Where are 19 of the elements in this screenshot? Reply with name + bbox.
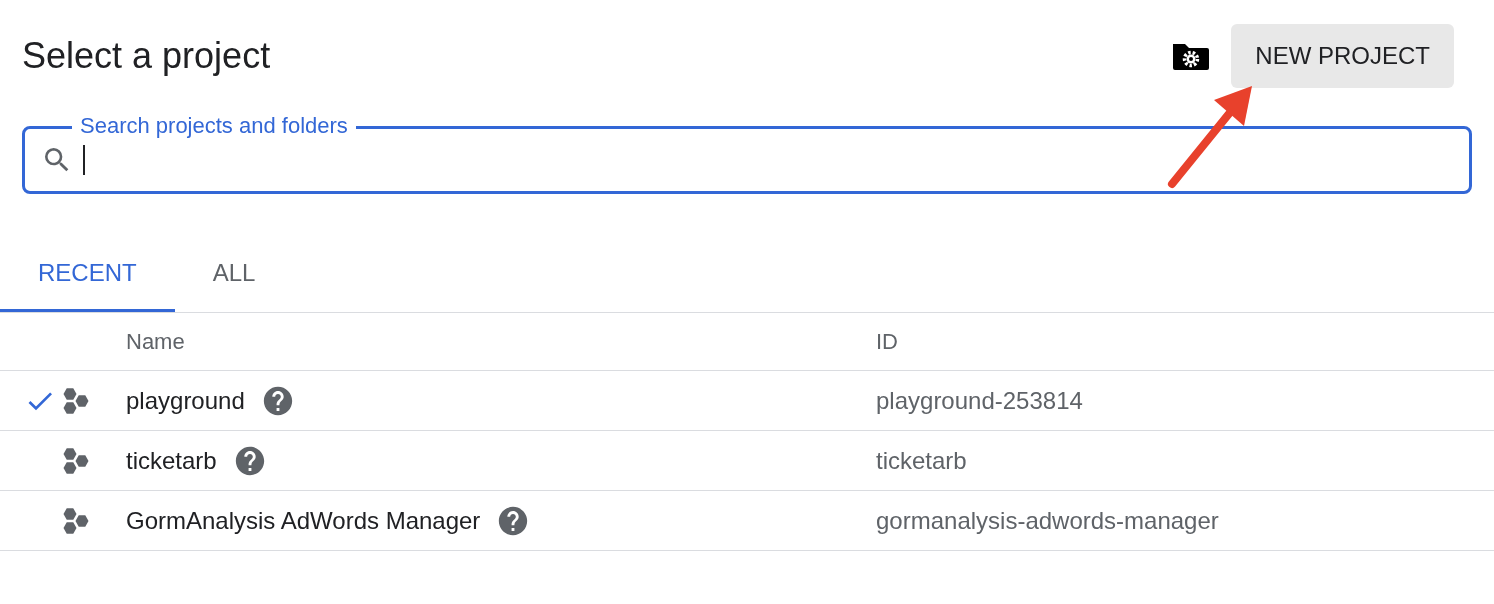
project-name[interactable]: playground bbox=[126, 382, 245, 419]
project-id: gormanalysis-adwords-manager bbox=[876, 505, 1220, 536]
new-project-button[interactable]: NEW PROJECT bbox=[1231, 24, 1454, 88]
hexagon-cluster-icon bbox=[62, 446, 90, 475]
project-name[interactable]: GormAnalysis AdWords Manager bbox=[126, 502, 481, 539]
tab[interactable]: ALL bbox=[174, 236, 294, 312]
project-id: ticketarb bbox=[876, 445, 968, 476]
project-row[interactable]: GormAnalysis AdWords Manager gormanalysis-adwords-manager bbox=[0, 491, 1494, 551]
project-row[interactable]: ticketarb ticketarb bbox=[0, 431, 1494, 491]
dialog-title: Select a project bbox=[22, 34, 271, 78]
hexagon-cluster-icon bbox=[62, 386, 90, 415]
column-header: Name bbox=[126, 328, 186, 356]
column-header: ID bbox=[876, 328, 899, 356]
tab[interactable]: RECENT bbox=[0, 236, 175, 312]
text-cursor bbox=[83, 145, 85, 175]
project-name[interactable]: ticketarb bbox=[126, 442, 217, 479]
project-id: playground-253814 bbox=[876, 385, 1084, 416]
project-row[interactable]: playground playground-253814 bbox=[0, 371, 1494, 431]
hexagon-cluster-icon bbox=[62, 506, 90, 535]
